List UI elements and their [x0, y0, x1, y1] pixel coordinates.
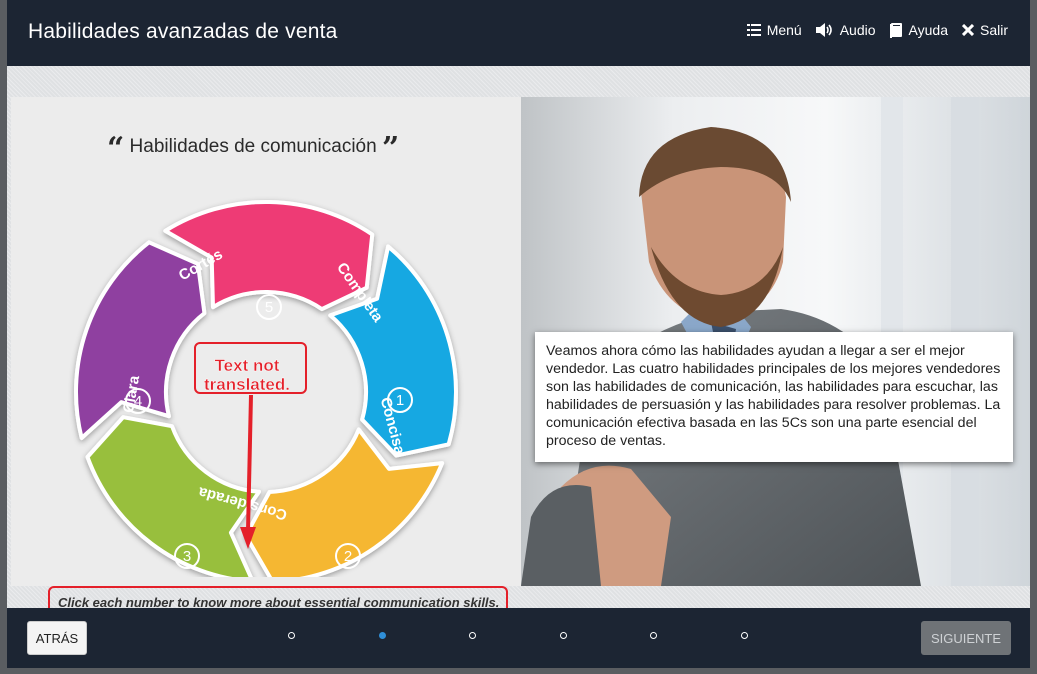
heading-text: Habilidades de comunicación: [129, 136, 377, 157]
close-quote: ”: [381, 131, 400, 166]
top-nav: Menú Audio Ayuda Salir: [746, 22, 1008, 38]
app-frame: Habilidades avanzadas de venta Menú Audi…: [7, 0, 1030, 668]
open-quote: “: [107, 131, 125, 166]
exit-label: Salir: [979, 22, 1008, 38]
menu-button[interactable]: Menú: [746, 22, 802, 38]
number-2: 2: [344, 548, 352, 565]
menu-label: Menú: [766, 22, 802, 38]
help-button[interactable]: Ayuda: [889, 22, 948, 38]
number-5-button[interactable]: 5: [256, 294, 282, 320]
page-dot-3[interactable]: [469, 632, 476, 639]
bottom-bar: ATRÁS SIGUIENTE: [7, 608, 1030, 668]
top-bar: Habilidades avanzadas de venta Menú Audi…: [7, 0, 1030, 66]
diagram-panel: “ Habilidades de comunicación ” Completa…: [11, 97, 521, 630]
back-button[interactable]: ATRÁS: [27, 621, 87, 655]
page-dot-5[interactable]: [650, 632, 657, 639]
audio-label: Audio: [839, 22, 876, 38]
annotation-line-1: Text not: [214, 356, 280, 375]
page-dot-1[interactable]: [288, 632, 295, 639]
page-dot-2[interactable]: [379, 632, 386, 639]
number-5: 5: [265, 299, 273, 316]
annotation-line-2: translated.: [204, 375, 290, 394]
help-label: Ayuda: [908, 22, 948, 38]
annotation-arrow: [240, 394, 256, 549]
audio-button[interactable]: Audio: [815, 22, 876, 38]
list-icon: [746, 24, 761, 36]
number-1: 1: [396, 392, 404, 409]
close-icon: [961, 24, 974, 36]
slide-heading: “ Habilidades de comunicación ”: [107, 125, 399, 166]
speaker-icon: [815, 23, 832, 37]
number-3: 3: [183, 548, 191, 565]
exit-button[interactable]: Salir: [961, 22, 1008, 38]
annotation-text: Text not translated.: [204, 356, 290, 394]
book-icon: [889, 22, 902, 38]
slide-area: “ Habilidades de comunicación ” Completa…: [7, 66, 1030, 630]
page-dot-6[interactable]: [741, 632, 748, 639]
description-box: Veamos ahora cómo las habilidades ayudan…: [535, 332, 1013, 462]
next-button[interactable]: SIGUIENTE: [921, 621, 1011, 655]
number-4: 4: [134, 393, 142, 410]
page-dot-4[interactable]: [560, 632, 567, 639]
course-title: Habilidades avanzadas de venta: [28, 20, 338, 43]
